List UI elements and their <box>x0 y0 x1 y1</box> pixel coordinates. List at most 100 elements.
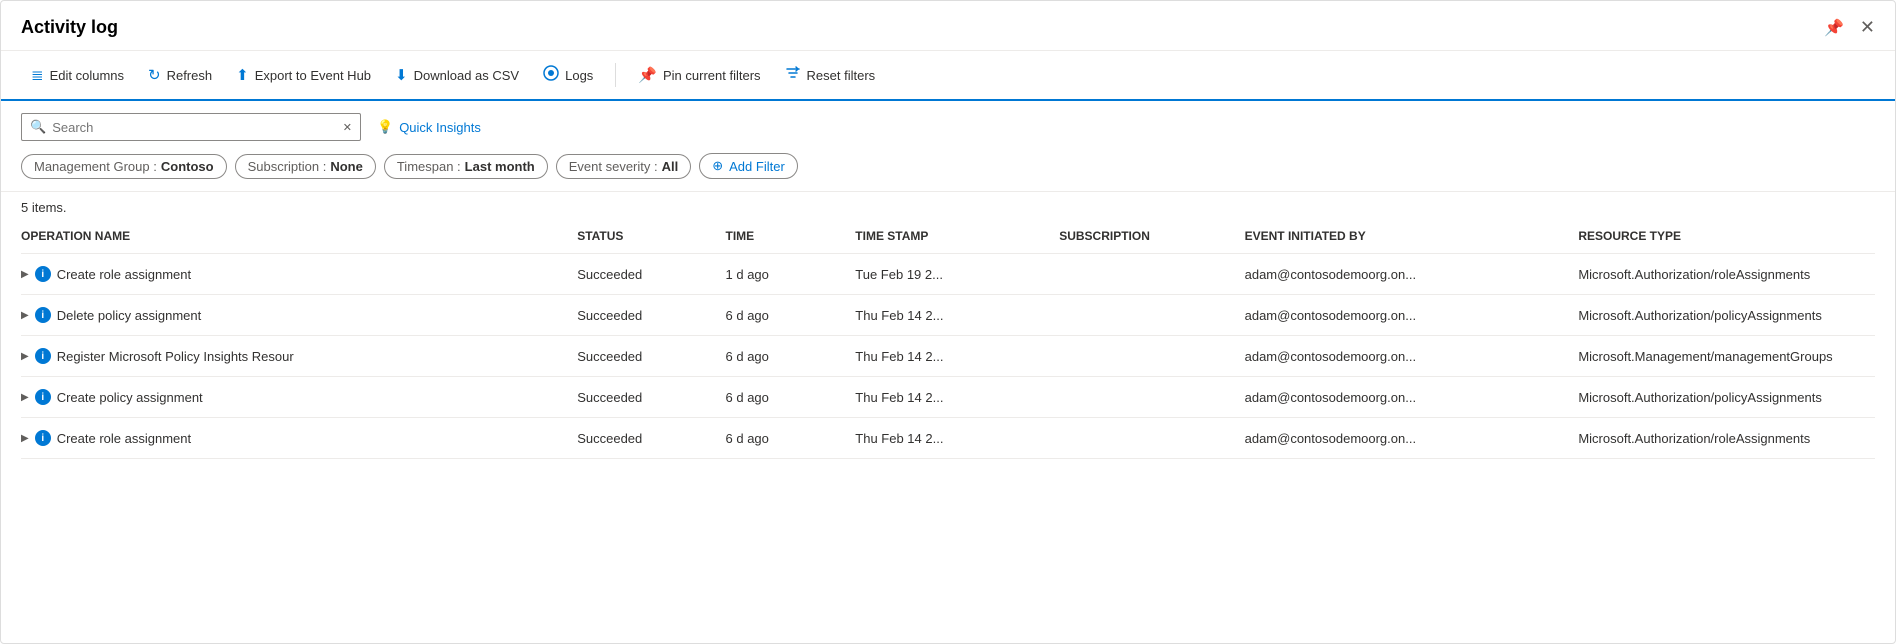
operation-name-2: Register Microsoft Policy Insights Resou… <box>57 349 294 364</box>
download-csv-button[interactable]: ⬇ Download as CSV <box>385 60 529 90</box>
cell-operation-3: ▶ i Create policy assignment <box>21 377 577 418</box>
timespan-label: Timespan : <box>397 159 461 174</box>
cell-status-0: Succeeded <box>577 254 725 295</box>
expand-arrow-4[interactable]: ▶ <box>21 433 29 444</box>
col-header-operation: OPERATION NAME <box>21 219 577 254</box>
event-severity-value: All <box>662 159 679 174</box>
cell-initiated-2: adam@contosodemoorg.on... <box>1245 336 1579 377</box>
cell-subscription-2 <box>1059 336 1244 377</box>
cell-initiated-1: adam@contosodemoorg.on... <box>1245 295 1579 336</box>
reset-filters-button[interactable]: Reset filters <box>775 59 886 91</box>
table-row[interactable]: ▶ i Create role assignment Succeeded 6 d… <box>21 418 1875 459</box>
page-title: Activity log <box>21 17 118 38</box>
cell-time-1: 6 d ago <box>726 295 856 336</box>
pin-filters-icon: 📌 <box>638 66 657 84</box>
cell-operation-2: ▶ i Register Microsoft Policy Insights R… <box>21 336 577 377</box>
cell-status-4: Succeeded <box>577 418 725 459</box>
reset-filters-icon <box>785 65 801 85</box>
operation-name-3: Create policy assignment <box>57 390 203 405</box>
table-row[interactable]: ▶ i Delete policy assignment Succeeded 6… <box>21 295 1875 336</box>
management-group-filter[interactable]: Management Group : Contoso <box>21 154 227 179</box>
table-row[interactable]: ▶ i Create policy assignment Succeeded 6… <box>21 377 1875 418</box>
cell-operation-0: ▶ i Create role assignment <box>21 254 577 295</box>
toolbar: ≣ Edit columns ↻ Refresh ⬆ Export to Eve… <box>1 50 1895 101</box>
table-header: OPERATION NAME STATUS TIME TIME STAMP SU… <box>21 219 1875 254</box>
cell-initiated-0: adam@contosodemoorg.on... <box>1245 254 1579 295</box>
cell-timestamp-3: Thu Feb 14 2... <box>855 377 1059 418</box>
cell-operation-4: ▶ i Create role assignment <box>21 418 577 459</box>
col-header-status: STATUS <box>577 219 725 254</box>
cell-timestamp-0: Tue Feb 19 2... <box>855 254 1059 295</box>
expand-arrow-0[interactable]: ▶ <box>21 269 29 280</box>
cell-operation-1: ▶ i Delete policy assignment <box>21 295 577 336</box>
cell-status-3: Succeeded <box>577 377 725 418</box>
title-bar-icons: 📌 ✕ <box>1824 17 1875 38</box>
filters-area: 🔍 ✕ 💡 Quick Insights Management Group : … <box>1 101 1895 192</box>
close-icon[interactable]: ✕ <box>1860 17 1875 38</box>
cell-time-3: 6 d ago <box>726 377 856 418</box>
cell-subscription-3 <box>1059 377 1244 418</box>
activity-table: OPERATION NAME STATUS TIME TIME STAMP SU… <box>21 219 1875 459</box>
event-severity-label: Event severity : <box>569 159 658 174</box>
subscription-label: Subscription : <box>248 159 327 174</box>
info-icon-4: i <box>35 430 51 446</box>
cell-status-1: Succeeded <box>577 295 725 336</box>
table-area: OPERATION NAME STATUS TIME TIME STAMP SU… <box>1 219 1895 459</box>
quick-insights-label: Quick Insights <box>399 120 481 135</box>
event-severity-filter[interactable]: Event severity : All <box>556 154 692 179</box>
search-box[interactable]: 🔍 ✕ <box>21 113 361 141</box>
info-icon-0: i <box>35 266 51 282</box>
edit-columns-label: Edit columns <box>50 68 124 83</box>
info-icon-1: i <box>35 307 51 323</box>
cell-timestamp-2: Thu Feb 14 2... <box>855 336 1059 377</box>
cell-time-2: 6 d ago <box>726 336 856 377</box>
expand-arrow-3[interactable]: ▶ <box>21 392 29 403</box>
table-row[interactable]: ▶ i Create role assignment Succeeded 1 d… <box>21 254 1875 295</box>
search-icon: 🔍 <box>30 119 46 135</box>
timespan-filter[interactable]: Timespan : Last month <box>384 154 548 179</box>
cell-subscription-4 <box>1059 418 1244 459</box>
cell-subscription-1 <box>1059 295 1244 336</box>
col-header-subscription: SUBSCRIPTION <box>1059 219 1244 254</box>
add-filter-icon: ⊕ <box>712 158 723 174</box>
reset-filters-label: Reset filters <box>807 68 876 83</box>
table-row[interactable]: ▶ i Register Microsoft Policy Insights R… <box>21 336 1875 377</box>
clear-search-icon[interactable]: ✕ <box>343 121 352 134</box>
items-count: 5 items. <box>1 192 1895 219</box>
refresh-label: Refresh <box>167 68 213 83</box>
pin-icon[interactable]: 📌 <box>1824 18 1844 38</box>
logs-icon <box>543 65 559 85</box>
cell-status-2: Succeeded <box>577 336 725 377</box>
export-label: Export to Event Hub <box>255 68 371 83</box>
operation-name-0: Create role assignment <box>57 267 191 282</box>
search-input[interactable] <box>52 120 343 135</box>
title-bar: Activity log 📌 ✕ <box>1 1 1895 50</box>
refresh-icon: ↻ <box>148 66 161 84</box>
pin-filters-label: Pin current filters <box>663 68 761 83</box>
export-event-hub-button[interactable]: ⬆ Export to Event Hub <box>226 60 381 90</box>
add-filter-label: Add Filter <box>729 159 785 174</box>
col-header-time: TIME <box>726 219 856 254</box>
refresh-button[interactable]: ↻ Refresh <box>138 60 222 90</box>
cell-initiated-4: adam@contosodemoorg.on... <box>1245 418 1579 459</box>
download-icon: ⬇ <box>395 66 408 84</box>
table-body: ▶ i Create role assignment Succeeded 1 d… <box>21 254 1875 459</box>
logs-label: Logs <box>565 68 593 83</box>
timespan-value: Last month <box>465 159 535 174</box>
info-icon-2: i <box>35 348 51 364</box>
expand-arrow-1[interactable]: ▶ <box>21 310 29 321</box>
cell-resource-3: Microsoft.Authorization/policyAssignment… <box>1578 377 1875 418</box>
cell-resource-4: Microsoft.Authorization/roleAssignments <box>1578 418 1875 459</box>
cell-resource-0: Microsoft.Authorization/roleAssignments <box>1578 254 1875 295</box>
download-label: Download as CSV <box>414 68 520 83</box>
add-filter-button[interactable]: ⊕ Add Filter <box>699 153 798 179</box>
edit-columns-button[interactable]: ≣ Edit columns <box>21 60 134 90</box>
cell-subscription-0 <box>1059 254 1244 295</box>
quick-insights-button[interactable]: 💡 Quick Insights <box>377 115 481 139</box>
subscription-filter[interactable]: Subscription : None <box>235 154 376 179</box>
quick-insights-icon: 💡 <box>377 119 393 135</box>
cell-initiated-3: adam@contosodemoorg.on... <box>1245 377 1579 418</box>
pin-filters-button[interactable]: 📌 Pin current filters <box>628 60 770 90</box>
logs-button[interactable]: Logs <box>533 59 603 91</box>
expand-arrow-2[interactable]: ▶ <box>21 351 29 362</box>
